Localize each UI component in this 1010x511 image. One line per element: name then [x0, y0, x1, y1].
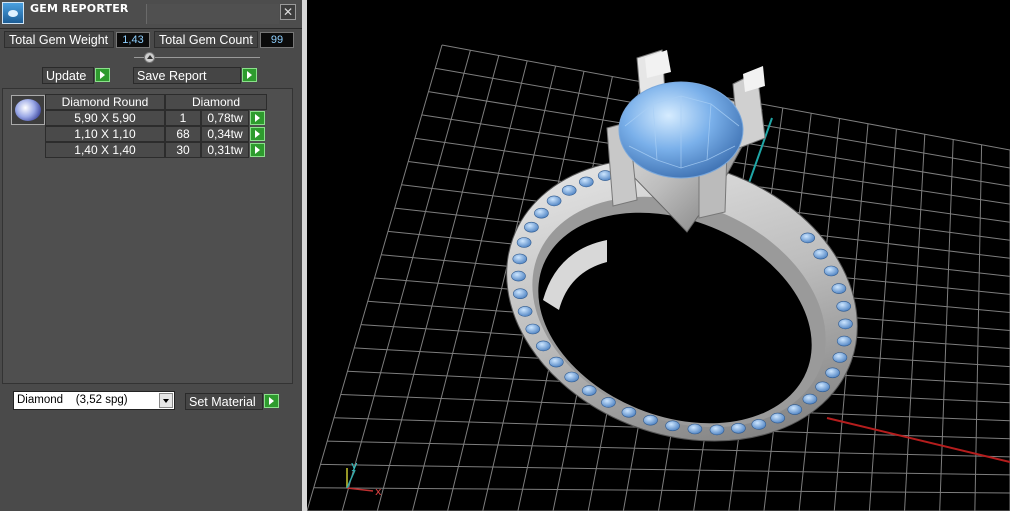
pave-diamond: [581, 385, 597, 396]
diamond-round-icon[interactable]: [11, 95, 45, 125]
pave-diamond: [546, 195, 562, 207]
material-select-value: Diamond (3,52 spg): [17, 394, 128, 406]
pave-diamond: [578, 176, 594, 188]
pave-diamond: [787, 404, 803, 415]
pave-diamond: [751, 419, 767, 430]
update-arrow-icon[interactable]: [95, 68, 110, 82]
x-axis-line: [826, 417, 1010, 463]
save-report-button[interactable]: Save Report: [133, 67, 241, 84]
table-row-count: 30: [165, 142, 201, 158]
set-material-arrow-icon[interactable]: [264, 394, 279, 408]
pave-diamond: [836, 300, 852, 312]
pave-diamond: [601, 397, 616, 408]
pave-diamond: [564, 371, 580, 383]
axis-y-label: y: [351, 459, 358, 472]
pave-diamond: [813, 248, 829, 260]
viewport-scene: y x: [307, 44, 1010, 511]
table-row-weight: 0,31tw: [201, 142, 249, 158]
close-button[interactable]: ✕: [280, 4, 296, 20]
ring-model[interactable]: [467, 49, 898, 488]
pave-diamond: [516, 237, 532, 248]
table-row-size: 1,10 X 1,10: [45, 126, 165, 142]
pave-diamond: [709, 424, 725, 436]
collapse-toggle-icon[interactable]: [144, 52, 155, 63]
pave-diamond: [770, 412, 786, 424]
pave-diamond: [831, 283, 847, 294]
total-gem-count-label: Total Gem Count: [154, 31, 258, 48]
3d-viewport[interactable]: y x: [307, 0, 1010, 511]
pave-diamond: [832, 352, 848, 363]
window-title: GEM REPORTER: [30, 2, 129, 15]
pave-diamond: [838, 318, 853, 330]
row-select-arrow-icon[interactable]: [250, 127, 265, 141]
row-select-arrow-icon[interactable]: [250, 143, 265, 157]
pave-diamond: [687, 423, 703, 435]
pave-diamond: [536, 340, 551, 352]
pave-diamond: [802, 393, 818, 405]
table-row-weight: 0,78tw: [201, 110, 249, 126]
pave-diamond: [815, 381, 830, 393]
gem-reporter-icon: [2, 2, 24, 24]
gem-reporter-panel: GEM REPORTER ✕ Total Gem Weight 1,43 Tot…: [0, 0, 302, 511]
pave-diamond: [823, 265, 839, 277]
pave-diamond: [511, 270, 526, 282]
table-row-count: 68: [165, 126, 201, 142]
table-header-material: Diamond: [165, 94, 267, 110]
pave-diamond: [825, 367, 840, 379]
axis-x-label: x: [375, 485, 382, 498]
total-gem-weight-label: Total Gem Weight: [4, 31, 114, 48]
table-row-weight: 0,34tw: [201, 126, 249, 142]
pave-diamond: [621, 406, 637, 418]
pave-diamond: [534, 207, 549, 219]
table-header-shape: Diamond Round: [45, 94, 165, 110]
pave-diamond: [836, 335, 852, 347]
table-row-count: 1: [165, 110, 201, 126]
update-button[interactable]: Update: [42, 67, 94, 84]
row-select-arrow-icon[interactable]: [250, 111, 265, 125]
pave-diamond: [561, 185, 577, 196]
total-gem-count-value: 99: [260, 32, 294, 48]
pave-diamond: [665, 420, 680, 432]
pave-diamond: [513, 288, 528, 300]
save-report-arrow-icon[interactable]: [242, 68, 257, 82]
pave-diamond: [524, 221, 539, 233]
table-row-size: 5,90 X 5,90: [45, 110, 165, 126]
pave-diamond: [512, 253, 528, 265]
pave-diamond: [643, 414, 658, 426]
pave-diamond: [731, 422, 746, 434]
pave-diamond: [549, 356, 564, 368]
total-gem-weight-value: 1,43: [116, 32, 150, 48]
chevron-down-icon[interactable]: [159, 393, 173, 408]
material-select[interactable]: Diamond (3,52 spg): [13, 391, 175, 410]
pave-diamond: [525, 323, 541, 335]
pave-diamond: [517, 306, 533, 317]
title-bar-spacer: [146, 4, 279, 24]
table-row-size: 1,40 X 1,40: [45, 142, 165, 158]
set-material-button[interactable]: Set Material: [185, 393, 263, 410]
title-bar[interactable]: GEM REPORTER ✕: [0, 0, 302, 29]
pave-diamond: [800, 232, 816, 244]
